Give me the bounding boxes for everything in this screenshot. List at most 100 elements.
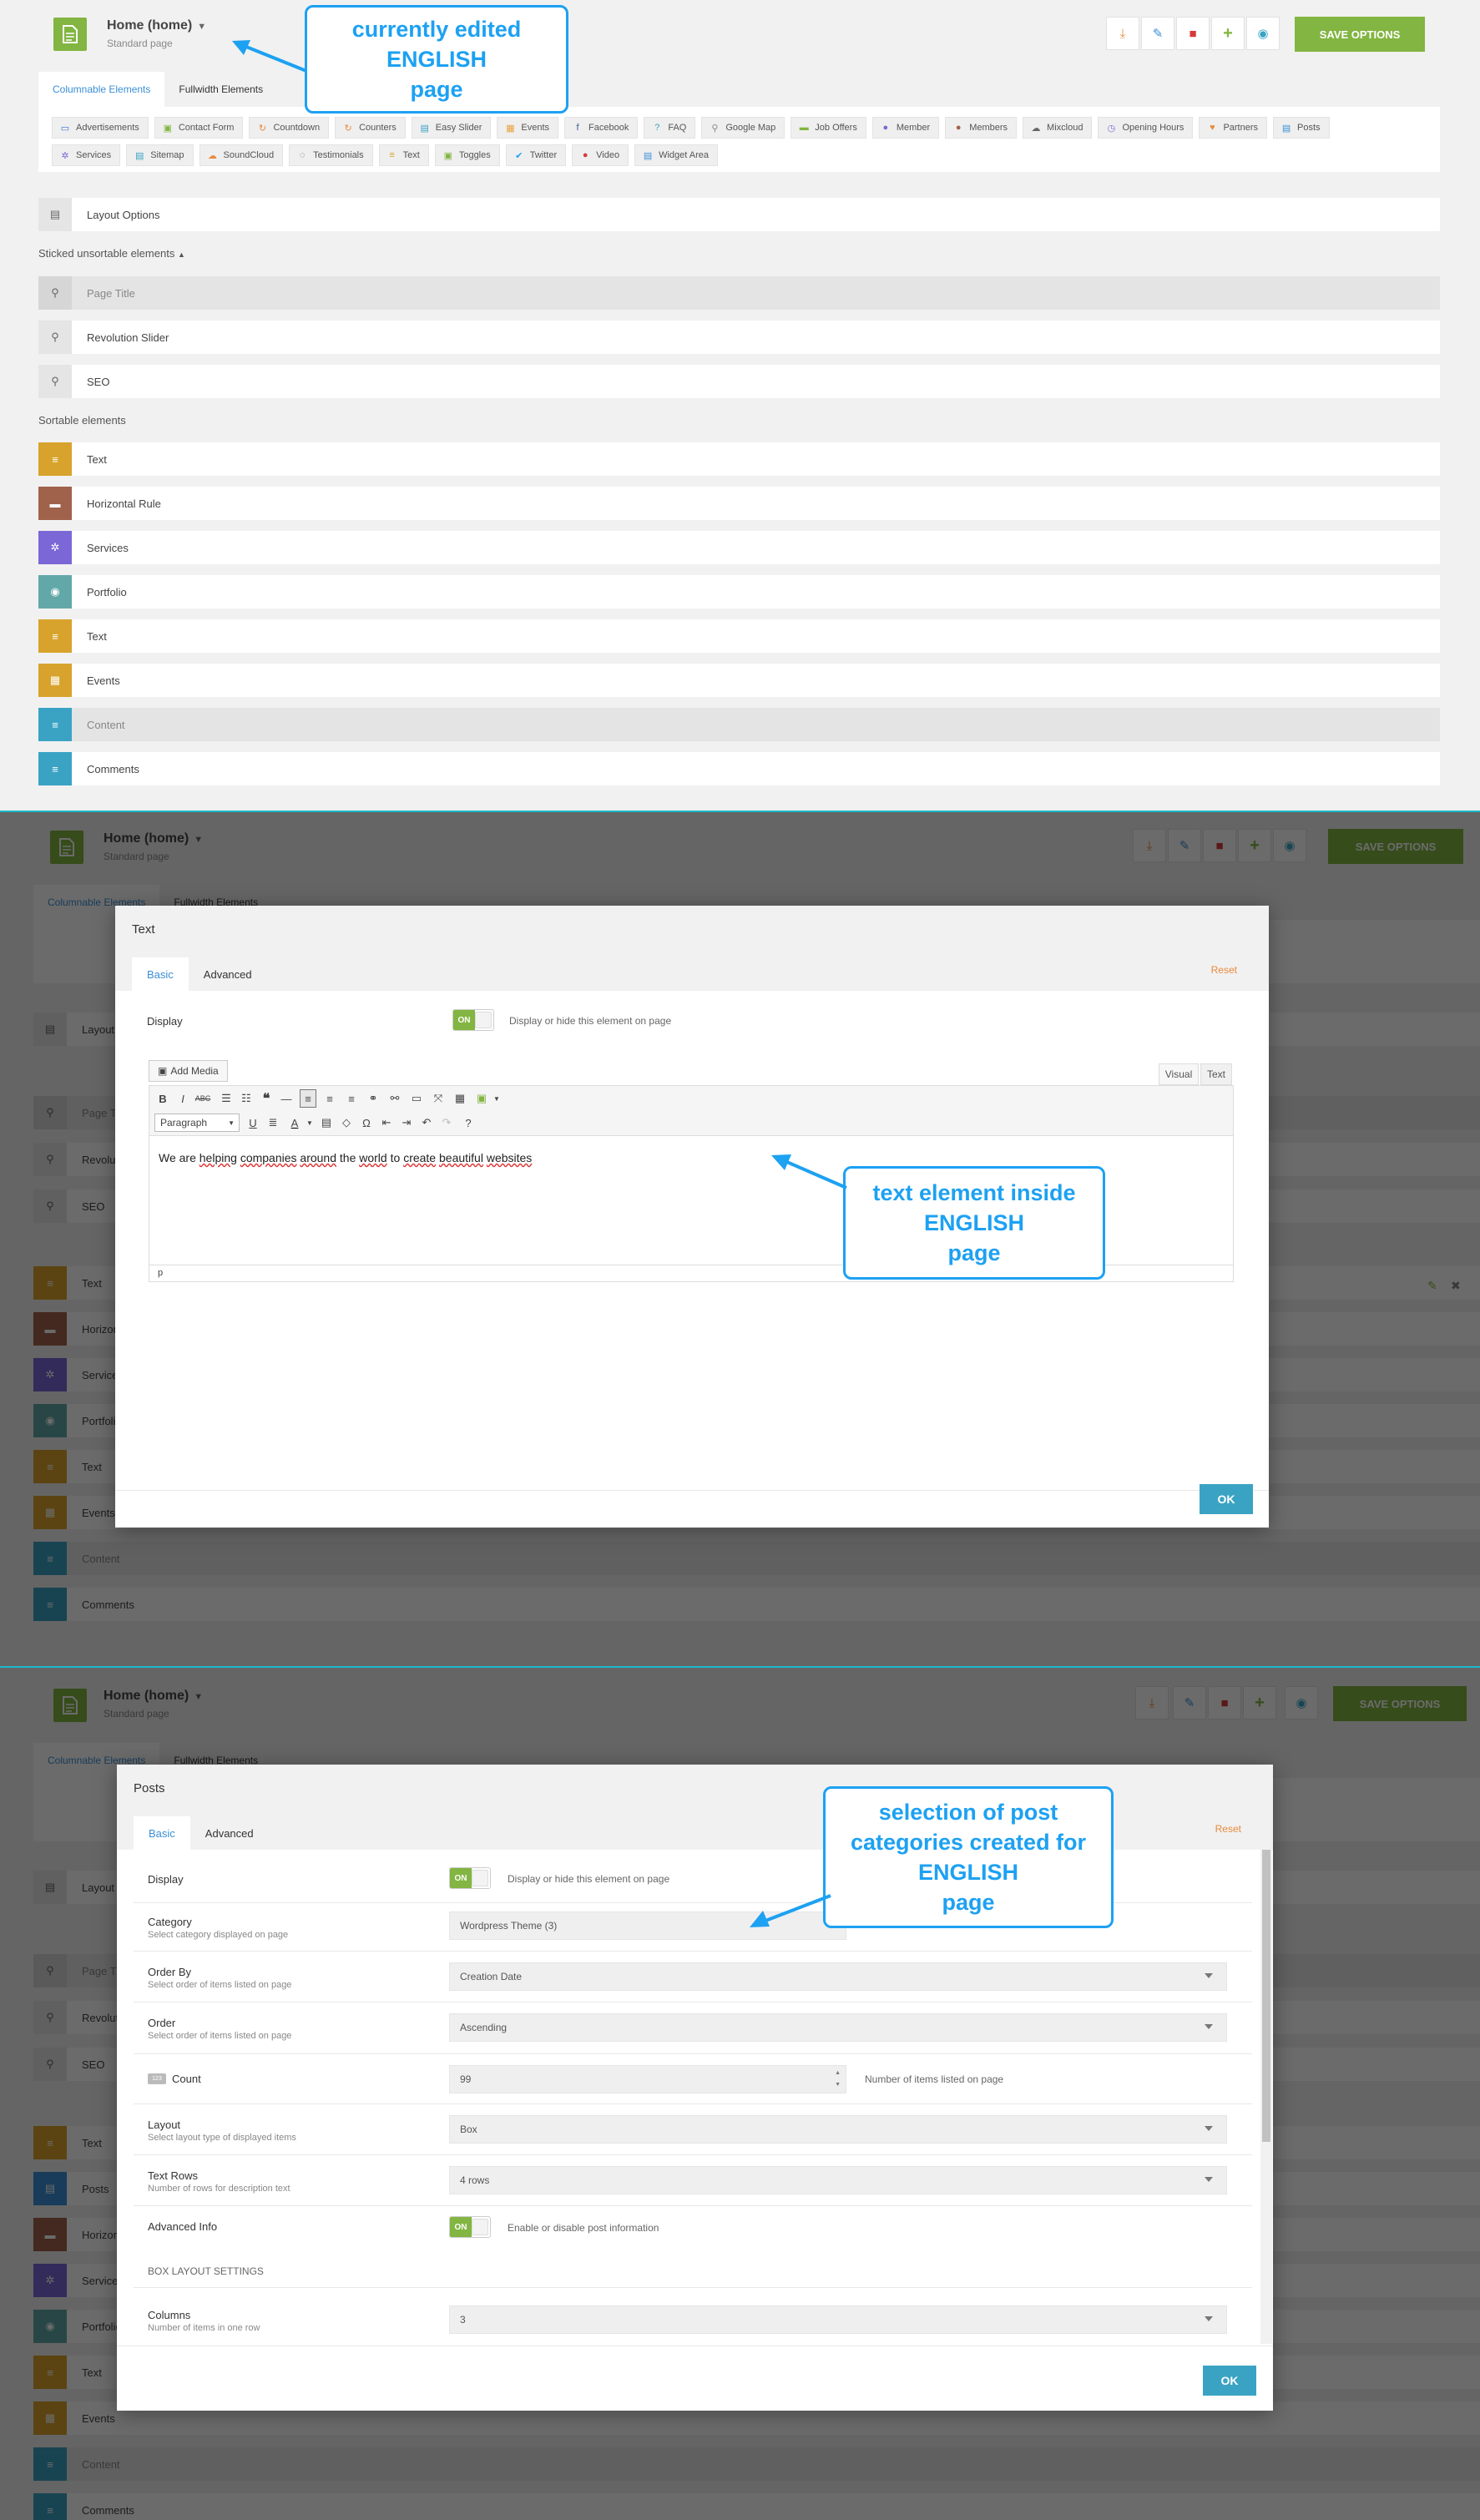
tab-text[interactable]: Text <box>1200 1063 1232 1085</box>
display-toggle[interactable]: ON <box>452 1009 494 1031</box>
palette-chip[interactable]: ↻ Counters <box>335 117 406 139</box>
tab-basic[interactable]: Basic <box>132 957 189 991</box>
tab-advanced[interactable]: Advanced <box>190 1816 269 1850</box>
omega-icon[interactable]: Ω <box>358 1114 375 1132</box>
element-row[interactable]: ⚲ Page Title <box>38 276 1440 310</box>
eye-icon[interactable]: ◉ <box>1246 17 1280 50</box>
element-row[interactable]: ≡ Content <box>38 708 1440 741</box>
paste-text-icon[interactable]: ▤ <box>318 1114 335 1132</box>
element-row[interactable]: ✲ Services <box>38 531 1440 564</box>
palette-chip[interactable]: ⚲ Google Map <box>701 117 785 139</box>
plus-icon[interactable]: + <box>1211 17 1245 50</box>
fullscreen-icon[interactable]: ⤧ <box>430 1089 447 1108</box>
page-title[interactable]: Home (home)▼ <box>107 18 206 33</box>
more-icon[interactable]: ▭ <box>408 1089 425 1108</box>
trash-icon[interactable]: ■ <box>1176 17 1210 50</box>
palette-chip[interactable]: ☁ SoundCloud <box>199 144 284 166</box>
palette-chip[interactable]: ≡ Text <box>378 144 429 166</box>
unlink-icon[interactable]: ⚯ <box>386 1089 403 1108</box>
chevron-down-icon[interactable]: ▼ <box>301 1114 318 1132</box>
ok-button[interactable]: OK <box>1203 2366 1256 2396</box>
ok-button[interactable]: OK <box>1200 1484 1253 1514</box>
palette-chip[interactable]: ↻ Countdown <box>249 117 330 139</box>
link-icon[interactable]: ⚭ <box>365 1089 381 1108</box>
palette-chip[interactable]: ▦ Events <box>497 117 559 139</box>
element-row[interactable]: ≡ Text <box>38 619 1440 653</box>
columns-select[interactable]: 3 <box>449 2305 1227 2334</box>
palette-chip[interactable]: ◷ Opening Hours <box>1098 117 1194 139</box>
palette-chip[interactable]: ▤ Sitemap <box>126 144 194 166</box>
justify-icon[interactable]: ≣ <box>265 1114 281 1132</box>
textrows-select[interactable]: 4 rows <box>449 2166 1227 2194</box>
underline-icon[interactable]: U <box>245 1114 261 1132</box>
orderby-select[interactable]: Creation Date <box>449 1962 1227 1991</box>
strikethrough-icon[interactable]: ABC <box>194 1089 211 1108</box>
chip-label: Facebook <box>588 123 629 133</box>
palette-chip[interactable]: ▣ Contact Form <box>154 117 244 139</box>
indent-icon[interactable]: ⇥ <box>398 1114 415 1132</box>
palette-chip[interactable]: ▤ Posts <box>1273 117 1330 139</box>
palette-chip[interactable]: ● Video <box>572 144 629 166</box>
modal-scrollbar[interactable] <box>1260 1850 1272 2344</box>
display-toggle[interactable]: ON <box>449 1867 491 1889</box>
palette-chip[interactable]: ▤ Widget Area <box>634 144 719 166</box>
element-row[interactable]: ≡ Comments <box>38 752 1440 785</box>
element-row[interactable]: ⚲ SEO <box>38 365 1440 398</box>
save-options-button[interactable]: SAVE OPTIONS <box>1295 17 1425 52</box>
palette-chip[interactable]: ✔ Twitter <box>505 144 567 166</box>
keyboard-icon[interactable]: ▦ <box>452 1089 468 1108</box>
bullet-list-icon[interactable]: ☰ <box>218 1089 235 1108</box>
text-color-icon[interactable]: A <box>286 1114 303 1132</box>
align-left-icon[interactable]: ≡ <box>300 1089 316 1108</box>
element-row[interactable]: ▬ Horizontal Rule <box>38 487 1440 520</box>
palette-chip[interactable]: ☁ Mixcloud <box>1023 117 1093 139</box>
quote-icon[interactable]: ❝ <box>258 1089 275 1108</box>
palette-chip[interactable]: ▤ Easy Slider <box>411 117 492 139</box>
columns-label: Columns <box>148 2309 191 2321</box>
element-row[interactable]: ▦ Events <box>38 664 1440 697</box>
italic-icon[interactable]: I <box>174 1089 191 1108</box>
palette-chip[interactable]: ▭ Advertisements <box>52 117 149 139</box>
palette-chip[interactable]: ● Member <box>871 117 940 139</box>
download-icon[interactable]: ⤓ <box>1106 17 1139 50</box>
add-media-button[interactable]: ▣ Add Media <box>149 1060 228 1082</box>
stepper-icon[interactable]: ▲ ▼ <box>835 2068 841 2091</box>
align-right-icon[interactable]: ≡ <box>343 1089 360 1108</box>
palette-chip[interactable]: ● Members <box>945 117 1018 139</box>
palette-chip[interactable]: f Facebook <box>564 117 639 139</box>
layout-options-row[interactable]: ▤ Layout Options <box>38 198 1440 231</box>
element-row[interactable]: ⚲ Revolution Slider <box>38 321 1440 354</box>
align-center-icon[interactable]: ≡ <box>321 1089 338 1108</box>
undo-icon[interactable]: ↶ <box>418 1114 435 1132</box>
image-icon[interactable]: ▣ <box>473 1089 490 1108</box>
tab-basic[interactable]: Basic <box>134 1816 190 1850</box>
bold-icon[interactable]: B <box>154 1089 171 1108</box>
edit-icon[interactable]: ✎ <box>1141 17 1174 50</box>
hr-icon[interactable]: — <box>278 1089 295 1108</box>
palette-chip[interactable]: ♥ Partners <box>1199 117 1268 139</box>
count-input[interactable]: 99 ▲ ▼ <box>449 2065 846 2093</box>
layout-select[interactable]: Box <box>449 2115 1227 2144</box>
palette-chip[interactable]: ? FAQ <box>644 117 696 139</box>
tab-columnable[interactable]: Columnable Elements <box>38 72 165 107</box>
numbered-list-icon[interactable]: ☷ <box>238 1089 255 1108</box>
element-row[interactable]: ≡ Text <box>38 442 1440 476</box>
tab-visual[interactable]: Visual <box>1159 1063 1199 1085</box>
eraser-icon[interactable]: ◇ <box>338 1114 355 1132</box>
reset-link[interactable]: Reset <box>1215 1823 1241 1835</box>
reset-link[interactable]: Reset <box>1211 964 1237 976</box>
advinfo-toggle[interactable]: ON <box>449 2216 491 2238</box>
palette-chip[interactable]: ▬ Job Offers <box>791 117 866 139</box>
chevron-down-icon[interactable]: ▼ <box>488 1089 505 1108</box>
redo-icon[interactable]: ↷ <box>438 1114 455 1132</box>
palette-chip[interactable]: ◌ Testimonials <box>289 144 373 166</box>
outdent-icon[interactable]: ⇤ <box>378 1114 395 1132</box>
help-icon[interactable]: ? <box>460 1114 477 1132</box>
element-row[interactable]: ◉ Portfolio <box>38 575 1440 609</box>
palette-chip[interactable]: ▣ Toggles <box>434 144 500 166</box>
order-select[interactable]: Ascending <box>449 2013 1227 2042</box>
paragraph-select[interactable]: Paragraph ▼ <box>154 1114 240 1132</box>
palette-chip[interactable]: ✲ Services <box>52 144 121 166</box>
editor-content[interactable]: We are helping companies around the worl… <box>159 1151 532 1164</box>
tab-advanced[interactable]: Advanced <box>189 957 267 991</box>
